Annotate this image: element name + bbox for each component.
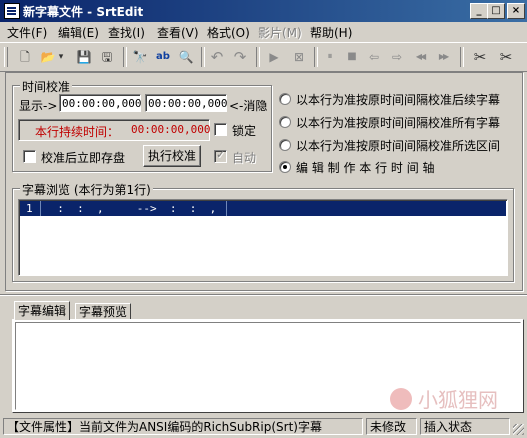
fox-logo-icon (390, 388, 412, 410)
toolbar-grip (4, 47, 8, 67)
tab-subtitle-edit[interactable]: 字幕编辑 (14, 301, 71, 320)
lock-checkbox[interactable] (214, 123, 227, 136)
watermark-text: 小狐狸网 (418, 388, 498, 412)
menu-bar: 文件(F) 编辑(E) 查找(I) 查看(V) 格式(O) 影片(M) 帮助(H… (0, 22, 527, 41)
start-time-input[interactable]: 00:00:00,000 (59, 94, 141, 112)
toolbar-separator (201, 47, 205, 67)
play-icon[interactable]: ▶ (264, 47, 284, 67)
menu-edit[interactable]: 编辑(E) (58, 24, 99, 41)
status-mode: 插入状态 (420, 418, 510, 435)
radio-calibrate-range[interactable] (279, 139, 291, 151)
browser-legend: 字幕浏览 (本行为第1行) (20, 181, 153, 198)
frame-icon[interactable]: ⊠ (289, 47, 309, 67)
menu-find[interactable]: 查找(I) (108, 24, 145, 41)
auto-checkbox[interactable]: ✓ (214, 148, 227, 163)
eliminate-label: <-消隐 (229, 99, 268, 113)
find-icon[interactable]: 🔭 (130, 47, 150, 67)
app-icon[interactable] (4, 3, 20, 19)
menu-format[interactable]: 格式(O) (207, 24, 250, 41)
row-index: 1 (26, 202, 33, 215)
save-all-icon[interactable]: 🖫 (97, 47, 117, 67)
save-icon[interactable]: 💾 (74, 47, 94, 67)
subtitle-list[interactable]: 1 : : , --> : : , (18, 199, 508, 276)
option-edit-timeline-label: 编 辑 制 作 本 行 时 间 轴 (296, 161, 435, 175)
tab-subtitle-preview[interactable]: 字幕预览 (75, 303, 132, 320)
title-bar: 新字幕文件 - SrtEdit _ □ × (0, 0, 527, 22)
fast-forward-icon[interactable]: ▶▶ (433, 47, 453, 67)
duration-box: 本行持续时间： 00:00:00,000 (18, 119, 210, 141)
window-title: 新字幕文件 - SrtEdit (23, 5, 144, 19)
menu-help[interactable]: 帮助(H) (310, 24, 352, 41)
toolbar-separator (314, 47, 318, 67)
redo-icon[interactable]: ↷ (230, 47, 250, 67)
maximize-button[interactable]: □ (487, 3, 505, 19)
find-preview-icon[interactable]: 🔍 (176, 47, 196, 67)
option-calibrate-following-label: 以本行为准按原时间间隔校准后续字幕 (296, 93, 501, 107)
duration-value: 00:00:00,000 (131, 123, 211, 136)
back-icon[interactable]: ⇦ (364, 47, 384, 67)
toolbar: 🗋 📂 ▾ 💾 🖫 🔭 ab 🔍 ↶ ↷ ▶ ⊠ ⏸ ■ ⇦ ⇨ ◀◀ ▶▶ ✂… (0, 42, 527, 72)
menu-view[interactable]: 查看(V) (157, 24, 199, 41)
forward-icon[interactable]: ⇨ (387, 47, 407, 67)
option-calibrate-all-label: 以本行为准按原时间间隔校准所有字幕 (296, 116, 501, 130)
menu-movie[interactable]: 影片(M) (258, 24, 302, 41)
undo-icon[interactable]: ↶ (207, 47, 227, 67)
panel-splitter[interactable] (0, 294, 527, 296)
radio-calibrate-following[interactable] (279, 93, 291, 105)
stop-icon[interactable]: ■ (342, 47, 362, 67)
strike-time-alt-icon[interactable]: ✂ (496, 47, 516, 67)
status-file-info: 【文件属性】当前文件为ANSI编码的RichSubRip(Srt)字幕 (3, 418, 363, 435)
option-calibrate-range-label: 以本行为准按原时间间隔校准所选区间 (296, 139, 501, 153)
close-button[interactable]: × (507, 3, 525, 19)
end-time-input[interactable]: 00:00:00,000 (145, 94, 227, 112)
column-divider (226, 201, 227, 216)
rewind-icon[interactable]: ◀◀ (410, 47, 430, 67)
save-after-label: 校准后立即存盘 (41, 151, 126, 165)
row-content: : : , --> : : , (44, 202, 217, 215)
calibration-legend: 时间校准 (20, 78, 73, 95)
execute-calibration-button[interactable]: 执行校准 (143, 145, 201, 167)
minimize-button[interactable]: _ (470, 3, 488, 19)
duration-label: 本行持续时间： (35, 125, 120, 139)
lock-label: 锁定 (232, 124, 257, 138)
toolbar-separator (123, 47, 127, 67)
table-row[interactable]: 1 : : , --> : : , (20, 201, 506, 216)
radio-edit-timeline[interactable] (279, 161, 291, 173)
save-after-checkbox[interactable] (23, 150, 36, 163)
open-folder-icon[interactable]: 📂 (38, 47, 58, 67)
auto-label: 自动 (232, 151, 257, 165)
show-label: 显示-> (19, 99, 58, 113)
new-file-icon[interactable]: 🗋 (15, 47, 35, 67)
check-mark-icon: ✓ (216, 148, 226, 161)
radio-calibrate-all[interactable] (279, 116, 291, 128)
dropdown-arrow-icon[interactable]: ▾ (56, 47, 66, 67)
replace-icon[interactable]: ab (153, 47, 173, 67)
pause-icon[interactable]: ⏸ (320, 47, 340, 67)
status-modified: 未修改 (366, 418, 417, 435)
resize-grip-icon[interactable] (513, 424, 524, 435)
menu-file[interactable]: 文件(F) (7, 24, 47, 41)
toolbar-separator (460, 47, 464, 67)
strike-time-icon[interactable]: ✂ (470, 47, 490, 67)
column-divider (40, 201, 41, 216)
toolbar-separator (256, 47, 260, 67)
